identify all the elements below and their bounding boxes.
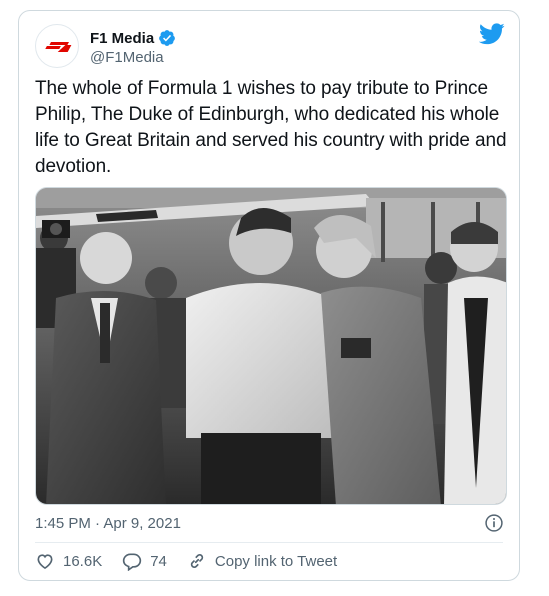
like-button[interactable]: 16.6K (35, 551, 102, 571)
reply-icon (123, 553, 142, 571)
display-name[interactable]: F1 Media (90, 30, 154, 47)
tweet-timestamp[interactable]: 1:45 PM · Apr 9, 2021 (35, 515, 181, 532)
reply-button[interactable]: 74 (122, 551, 167, 571)
tweet-photo[interactable] (35, 187, 507, 505)
verified-badge-icon (159, 30, 176, 46)
heart-icon (37, 554, 53, 570)
tweet-actions: 16.6K 74 Copy link to Tweet (35, 551, 357, 571)
handle[interactable]: @F1Media (90, 49, 164, 66)
photo-illustration (36, 188, 506, 504)
info-icon[interactable] (484, 513, 504, 533)
like-count: 16.6K (63, 552, 103, 570)
f1-logo-icon (45, 42, 72, 52)
copy-link-button[interactable]: Copy link to Tweet (187, 551, 337, 571)
link-icon (190, 554, 204, 568)
reply-count: 74 (150, 552, 167, 570)
author-name-row[interactable]: F1 Media (90, 28, 176, 48)
tweet-card[interactable]: F1 Media @F1Media The whole of Formula 1… (18, 10, 520, 581)
copy-link-label: Copy link to Tweet (214, 552, 338, 570)
twitter-bird-icon[interactable] (479, 23, 505, 45)
tweet-text: The whole of Formula 1 wishes to pay tri… (35, 78, 507, 177)
divider (35, 542, 503, 543)
avatar[interactable] (35, 24, 79, 68)
